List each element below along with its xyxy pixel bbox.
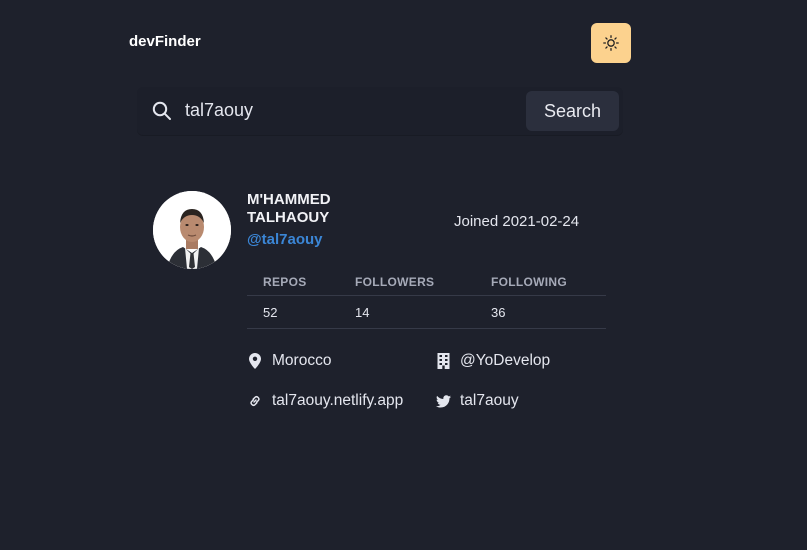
location-text: Morocco	[272, 352, 332, 369]
profile-login-link[interactable]: @tal7aouy	[247, 231, 322, 249]
profile-name: M'HAMMED TALHAOUY	[247, 191, 331, 226]
twitter-item: tal7aouy	[435, 392, 519, 410]
building-icon	[435, 353, 451, 369]
twitter-icon	[435, 393, 451, 409]
avatar-photo	[153, 191, 231, 269]
theme-toggle-button[interactable]	[591, 23, 631, 63]
search-button[interactable]: Search	[526, 91, 619, 131]
following-label: FOLLOWING	[491, 275, 568, 289]
stats-table: REPOS FOLLOWERS FOLLOWING 52 14 36	[247, 268, 606, 329]
company-item: @YoDevelop	[435, 352, 550, 370]
twitter-link[interactable]: tal7aouy	[460, 392, 519, 410]
avatar	[153, 191, 231, 269]
sun-icon	[603, 35, 619, 51]
website-item: tal7aouy.netlify.app	[247, 392, 403, 410]
stats-value-row: 52 14 36	[247, 296, 606, 329]
app-logo: devFinder	[129, 33, 201, 50]
search-input[interactable]	[185, 95, 515, 125]
app-root: devFinder Search	[0, 0, 807, 550]
stats-header-row: REPOS FOLLOWERS FOLLOWING	[247, 268, 606, 296]
search-bar: Search	[137, 87, 623, 135]
followers-count: 14	[355, 305, 370, 320]
website-link[interactable]: tal7aouy.netlify.app	[272, 392, 403, 410]
following-count: 36	[491, 305, 506, 320]
joined-date: Joined 2021-02-24	[454, 213, 580, 230]
repos-count: 52	[263, 305, 278, 320]
company-text: @YoDevelop	[460, 352, 551, 369]
location-item: Morocco	[247, 352, 331, 370]
search-icon	[152, 101, 171, 120]
location-pin-icon	[247, 353, 263, 369]
link-icon	[247, 393, 263, 409]
repos-label: REPOS	[263, 275, 307, 289]
followers-label: FOLLOWERS	[355, 275, 435, 289]
